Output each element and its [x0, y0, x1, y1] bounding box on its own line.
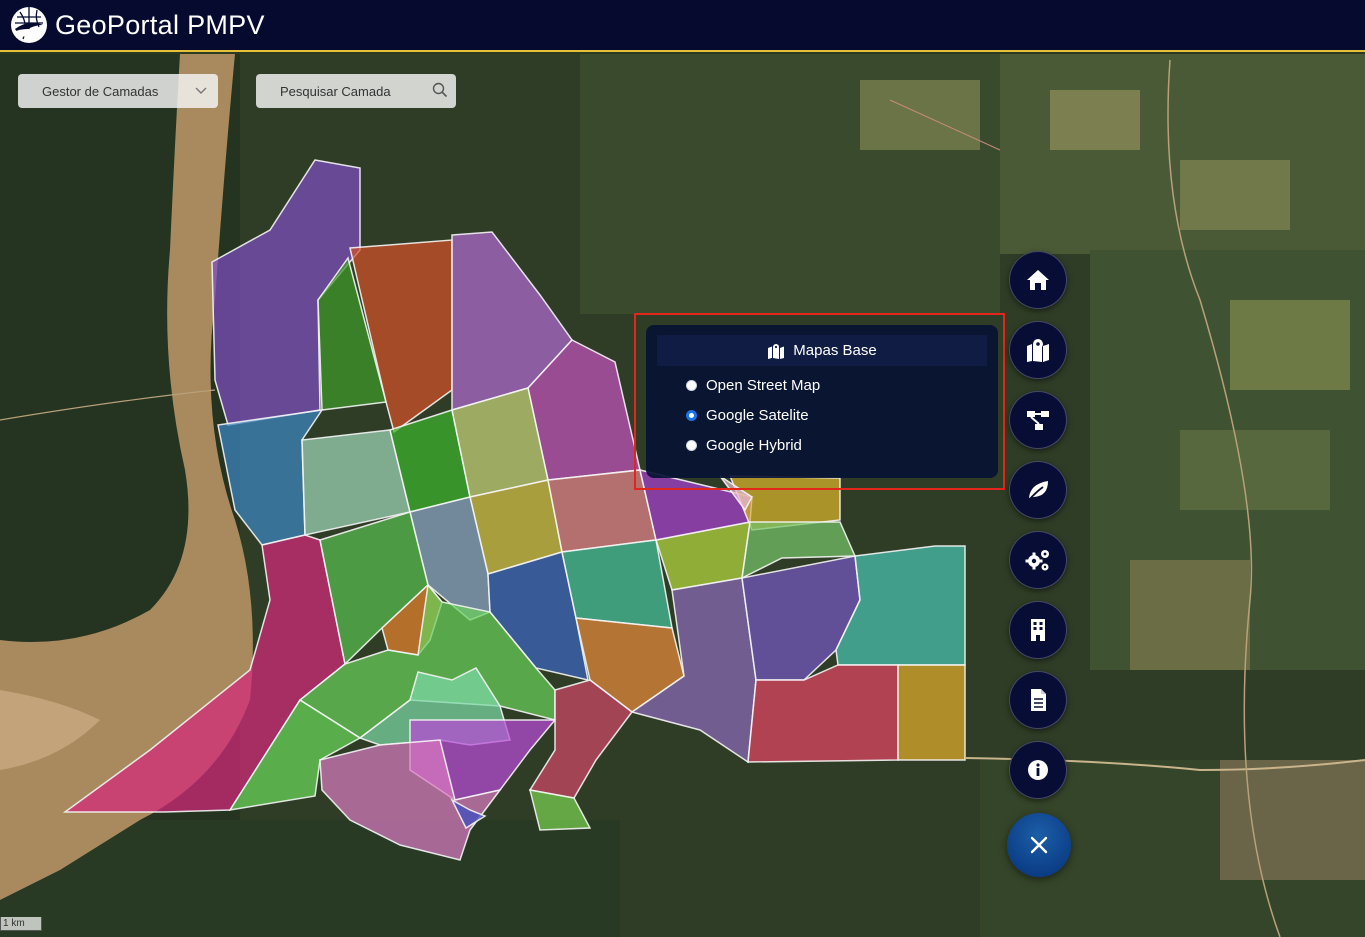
settings-button[interactable]: [1009, 531, 1067, 589]
chevron-down-icon: [195, 87, 207, 94]
close-menu-button[interactable]: [1007, 813, 1071, 877]
network-button[interactable]: [1009, 391, 1067, 449]
home-button[interactable]: [1009, 251, 1067, 309]
building-icon: [1031, 619, 1045, 641]
home-icon: [1027, 270, 1049, 290]
layer-manager-dropdown[interactable]: Gestor de Camadas: [18, 74, 218, 108]
buildings-button[interactable]: [1009, 601, 1067, 659]
info-button[interactable]: [1009, 741, 1067, 799]
map-canvas[interactable]: [0, 54, 1365, 937]
layer-manager-label: Gestor de Camadas: [42, 83, 159, 99]
close-icon: [1030, 836, 1048, 854]
app-title: GeoPortal PMPV: [55, 9, 265, 40]
globe-logo-icon: [11, 7, 47, 43]
app-header: GeoPortal PMPV: [0, 0, 1365, 52]
leaf-icon: [1027, 481, 1048, 502]
layer-search-input[interactable]: Pesquisar Camada: [256, 74, 456, 108]
basemap-button[interactable]: [1009, 321, 1067, 379]
documents-button[interactable]: [1009, 671, 1067, 729]
info-icon: [1028, 760, 1048, 780]
map-icon: [1027, 339, 1049, 362]
network-icon: [1027, 411, 1049, 430]
highlight-frame: [634, 313, 1005, 490]
search-icon[interactable]: [431, 81, 449, 99]
document-icon: [1031, 689, 1046, 711]
environment-button[interactable]: [1009, 461, 1067, 519]
gears-icon: [1025, 550, 1049, 571]
satellite-map: [0, 54, 1365, 937]
layer-search-placeholder: Pesquisar Camada: [280, 83, 391, 99]
scale-bar: 1 km: [0, 917, 42, 931]
